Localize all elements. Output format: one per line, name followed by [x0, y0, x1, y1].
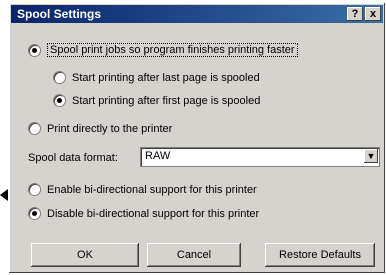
cancel-button[interactable]: Cancel [147, 243, 241, 267]
spool-format-select[interactable]: RAW ▼ [140, 147, 380, 167]
spool-format-value: RAW [145, 150, 171, 162]
start-after-last-option[interactable]: Start printing after last page is spoole… [53, 71, 260, 84]
spool-option[interactable]: Spool print jobs so program finishes pri… [28, 43, 298, 57]
help-button[interactable]: ? [347, 7, 363, 21]
title-bar: Spool Settings ? x [11, 5, 383, 23]
disable-bidi-option[interactable]: Disable bi-directional support for this … [28, 207, 259, 220]
print-direct-option[interactable]: Print directly to the printer [28, 122, 172, 135]
disable-bidi-radio-icon[interactable] [28, 207, 41, 220]
spool-option-label: Spool print jobs so program finishes pri… [47, 43, 298, 57]
ok-button[interactable]: OK [31, 243, 139, 267]
spool-radio-icon[interactable] [28, 43, 41, 57]
print-direct-label: Print directly to the printer [47, 122, 173, 135]
enable-bidi-option[interactable]: Enable bi-directional support for this p… [28, 183, 257, 196]
restore-defaults-button[interactable]: Restore Defaults [265, 243, 375, 267]
start-after-last-label: Start printing after last page is spoole… [72, 71, 260, 84]
start-after-first-label: Start printing after first page is spool… [72, 94, 261, 107]
start-after-last-radio-icon[interactable] [53, 71, 66, 84]
start-after-first-option[interactable]: Start printing after first page is spool… [53, 94, 260, 107]
disable-bidi-label: Disable bi-directional support for this … [47, 207, 260, 220]
close-button[interactable]: x [365, 7, 381, 21]
window-title: Spool Settings [17, 7, 101, 21]
enable-bidi-radio-icon[interactable] [28, 183, 41, 196]
start-after-first-radio-icon[interactable] [53, 94, 66, 107]
spool-settings-dialog: Spool Settings ? x Spool print jobs so p… [8, 2, 386, 274]
print-direct-radio-icon[interactable] [28, 122, 41, 135]
enable-bidi-label: Enable bi-directional support for this p… [47, 183, 257, 196]
spool-format-label: Spool data format: [28, 152, 118, 164]
chevron-down-icon[interactable]: ▼ [364, 149, 378, 163]
